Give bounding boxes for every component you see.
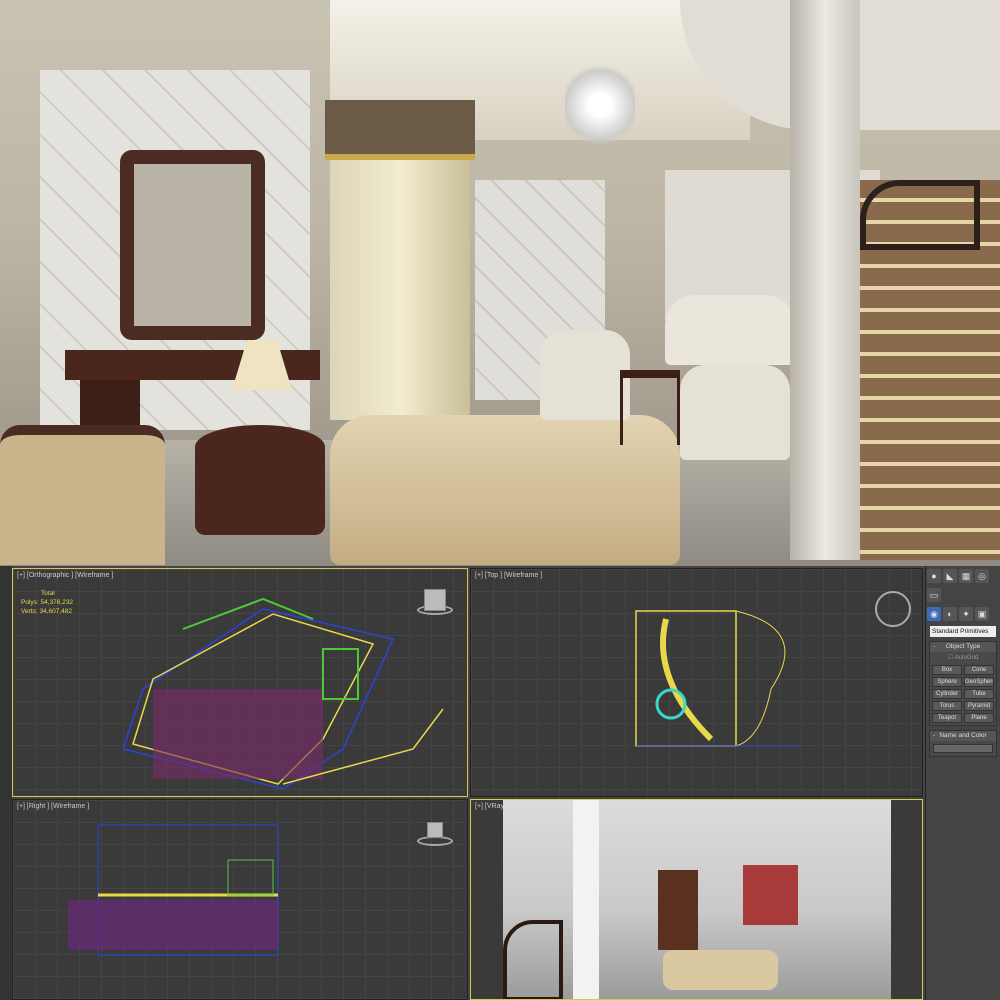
cone-button[interactable]: Cone <box>964 665 994 675</box>
plan-curve <box>735 610 786 747</box>
geometry-icon[interactable]: ◉ <box>927 607 941 621</box>
left-toolbar <box>0 566 12 1000</box>
command-panel: ● ◣ ▦ ◎ ▭ ◉ ◐ ✦ ▣ Standard Primitives - Object T… <box>925 566 1000 1000</box>
3dsmax-interface: [+] [Orthographic ] [Wireframe ] Total P… <box>0 566 1000 1000</box>
object-type-rollout: - Object Type ☐ AutoGrid Box Cone Sphere … <box>929 641 997 726</box>
chandelier <box>565 60 635 150</box>
wire-interior <box>153 689 323 779</box>
wireframe-elevation <box>68 824 279 956</box>
create-category-icons: ◉ ◐ ✦ ▣ <box>926 604 1000 623</box>
name-color-header[interactable]: - Name and Color <box>930 731 996 741</box>
teapot-button[interactable]: Teapot <box>932 713 962 723</box>
window-curtains <box>330 130 470 420</box>
round-side-table <box>195 425 325 535</box>
coffee-table <box>620 370 680 445</box>
cameras-icon[interactable]: ▣ <box>975 607 989 621</box>
category-dropdown[interactable]: Standard Primitives <box>930 626 996 637</box>
cylinder-button[interactable]: Cylinder <box>932 689 962 699</box>
autogrid-label: AutoGrid <box>954 655 979 661</box>
motion-tab-icon[interactable]: ◎ <box>975 569 989 583</box>
wire-frame-green <box>322 648 359 700</box>
sphere-button[interactable]: Sphere <box>932 677 962 687</box>
pyramid-button[interactable]: Pyramid <box>964 701 994 711</box>
geosphere-button[interactable]: GeoSphere <box>964 677 994 687</box>
ornate-mirror <box>120 150 265 340</box>
name-color-rollout: - Name and Color <box>929 730 997 757</box>
display-tab-icon[interactable]: ▭ <box>927 588 941 602</box>
curtain-valance <box>325 100 475 160</box>
box-button[interactable]: Box <box>932 665 962 675</box>
plane-button[interactable]: Plane <box>964 713 994 723</box>
command-panel-tabs: ● ◣ ▦ ◎ ▭ <box>926 566 1000 604</box>
plan-curved-wall <box>660 618 714 742</box>
elev-interior <box>68 900 278 950</box>
preview-railing <box>503 920 563 999</box>
wireframe-plan <box>635 610 801 747</box>
loveseat <box>665 295 795 365</box>
lights-icon[interactable]: ✦ <box>959 607 973 621</box>
armchair <box>680 365 790 460</box>
iron-railing <box>860 180 980 250</box>
torus-button[interactable]: Torus <box>932 701 962 711</box>
object-name-input[interactable] <box>933 744 993 753</box>
viewport-orthographic[interactable]: [+] [Orthographic ] [Wireframe ] Total P… <box>12 568 468 797</box>
name-color-title: Name and Color <box>939 732 987 739</box>
column <box>790 0 860 560</box>
wire-stairs-green <box>182 597 314 630</box>
realistic-preview <box>503 800 891 999</box>
object-type-title: Object Type <box>945 643 981 650</box>
object-type-header[interactable]: - Object Type <box>930 642 996 652</box>
elev-green-frame <box>227 859 274 896</box>
autogrid-checkbox[interactable]: ☐ AutoGrid <box>930 652 996 663</box>
viewport-camera[interactable]: [+] [VRayPhysicalCamera ] [Realistic ] <box>470 799 923 1000</box>
create-tab-icon[interactable]: ● <box>927 569 941 583</box>
hierarchy-tab-icon[interactable]: ▦ <box>959 569 973 583</box>
preview-sofa <box>663 950 778 990</box>
plan-outline <box>635 610 737 747</box>
armchair <box>540 330 630 420</box>
preview-curtain <box>743 865 798 925</box>
wireframe-model <box>122 597 444 790</box>
preview-column <box>573 800 599 999</box>
preview-cabinet <box>658 870 698 950</box>
viewport-right[interactable]: [+] [Right ] [Wireframe ] <box>12 799 468 1000</box>
daybed-sofa <box>0 425 165 565</box>
viewport-top[interactable]: [+] [Top ] [Wireframe ] <box>470 568 923 797</box>
tube-button[interactable]: Tube <box>964 689 994 699</box>
interior-render-image <box>0 0 1000 566</box>
modify-tab-icon[interactable]: ◣ <box>943 569 957 583</box>
shapes-icon[interactable]: ◐ <box>943 607 957 621</box>
